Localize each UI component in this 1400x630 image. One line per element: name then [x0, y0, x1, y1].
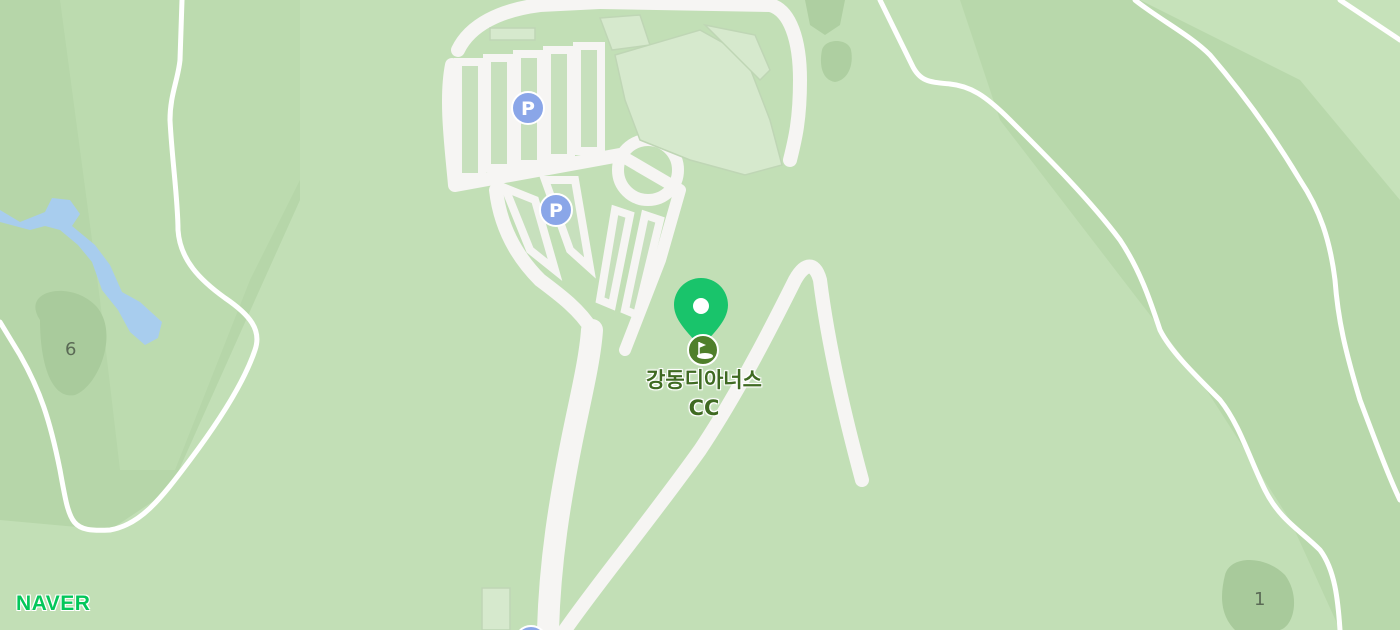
place-name-line2: CC: [688, 396, 720, 420]
place-name-line1: 강동디아너스: [646, 368, 762, 392]
parking-icon[interactable]: P: [511, 91, 545, 125]
hole-number-6: 6: [65, 339, 77, 360]
svg-text:P: P: [521, 98, 535, 120]
place-label[interactable]: 강동디아너스 CC: [604, 366, 804, 422]
parking-icon[interactable]: P: [539, 193, 573, 227]
svg-text:P: P: [549, 200, 563, 222]
map-canvas[interactable]: P P: [0, 0, 1400, 630]
hole-number-1: 1: [1254, 589, 1266, 610]
naver-logo[interactable]: NAVER: [16, 592, 90, 616]
golf-course-icon: [687, 334, 719, 366]
